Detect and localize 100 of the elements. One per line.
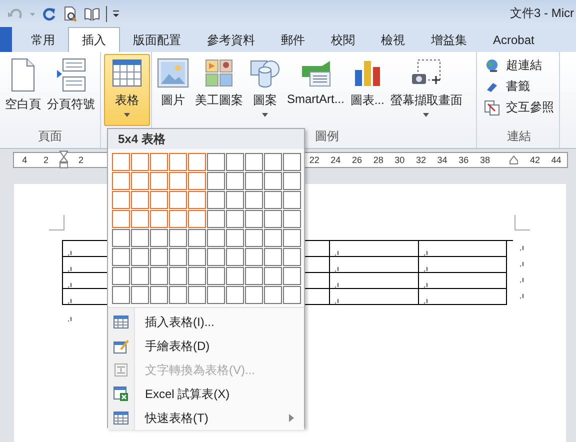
grid-cell[interactable]	[226, 153, 244, 171]
grid-cell[interactable]	[131, 248, 149, 266]
menu-item[interactable]: Excel 試算表(X)	[108, 382, 304, 406]
grid-cell[interactable]	[226, 191, 244, 209]
grid-cell[interactable]	[283, 210, 301, 228]
grid-cell[interactable]	[207, 248, 225, 266]
grid-cell[interactable]	[207, 267, 225, 285]
ribbon-tab[interactable]: Acrobat	[480, 28, 548, 52]
grid-cell[interactable]	[131, 286, 149, 304]
grid-cell[interactable]	[188, 191, 206, 209]
grid-cell[interactable]	[207, 229, 225, 247]
table-cell[interactable]	[418, 257, 507, 273]
table-cell[interactable]	[329, 257, 418, 273]
grid-cell[interactable]	[245, 229, 263, 247]
grid-cell[interactable]	[264, 229, 282, 247]
grid-cell[interactable]	[283, 229, 301, 247]
grid-cell[interactable]	[226, 229, 244, 247]
grid-cell[interactable]	[112, 286, 130, 304]
grid-cell[interactable]	[112, 172, 130, 190]
grid-cell[interactable]	[283, 286, 301, 304]
grid-cell[interactable]	[283, 248, 301, 266]
grid-cell[interactable]	[112, 248, 130, 266]
grid-cell[interactable]	[245, 286, 263, 304]
grid-cell[interactable]	[245, 153, 263, 171]
grid-cell[interactable]	[207, 286, 225, 304]
grid-cell[interactable]	[188, 248, 206, 266]
menu-item[interactable]: 插入表格(I)...	[108, 310, 304, 334]
grid-cell[interactable]	[112, 267, 130, 285]
right-indent-marker-icon[interactable]	[508, 155, 518, 165]
ribbon-button[interactable]: 圖片	[155, 54, 191, 126]
grid-cell[interactable]	[150, 248, 168, 266]
grid-cell[interactable]	[188, 267, 206, 285]
grid-cell[interactable]	[169, 210, 187, 228]
grid-cell[interactable]	[131, 267, 149, 285]
grid-cell[interactable]	[131, 210, 149, 228]
grid-cell[interactable]	[150, 191, 168, 209]
ribbon-button[interactable]: SmartArt...	[285, 54, 346, 126]
grid-cell[interactable]	[150, 172, 168, 190]
table-cell[interactable]	[418, 241, 507, 257]
grid-cell[interactable]	[150, 153, 168, 171]
ribbon-tab[interactable]: 常用	[18, 28, 68, 52]
grid-cell[interactable]	[245, 191, 263, 209]
ribbon-tab[interactable]: 檢視	[368, 28, 418, 52]
grid-cell[interactable]	[188, 210, 206, 228]
grid-cell[interactable]	[207, 153, 225, 171]
grid-cell[interactable]	[131, 153, 149, 171]
ribbon-button[interactable]: 空白頁	[3, 54, 43, 126]
print-preview-icon[interactable]	[62, 6, 78, 22]
grid-cell[interactable]	[169, 229, 187, 247]
grid-cell[interactable]	[207, 210, 225, 228]
grid-cell[interactable]	[207, 191, 225, 209]
grid-cell[interactable]	[169, 248, 187, 266]
grid-cell[interactable]	[112, 153, 130, 171]
grid-cell[interactable]	[264, 153, 282, 171]
grid-cell[interactable]	[226, 267, 244, 285]
ribbon-tab[interactable]: 校閱	[318, 28, 368, 52]
grid-cell[interactable]	[264, 210, 282, 228]
grid-cell[interactable]	[264, 267, 282, 285]
ribbon-button[interactable]: 圖表...	[348, 54, 386, 126]
grid-cell[interactable]	[150, 286, 168, 304]
grid-cell[interactable]	[283, 172, 301, 190]
ribbon-button[interactable]: 螢幕擷取畫面	[388, 54, 464, 126]
grid-cell[interactable]	[283, 267, 301, 285]
redo-icon[interactable]	[41, 6, 57, 22]
grid-cell[interactable]	[264, 248, 282, 266]
grid-cell[interactable]	[207, 172, 225, 190]
grid-cell[interactable]	[188, 229, 206, 247]
grid-cell[interactable]	[169, 172, 187, 190]
ribbon-tab[interactable]: 版面配置	[120, 28, 194, 52]
grid-cell[interactable]	[226, 286, 244, 304]
grid-cell[interactable]	[264, 172, 282, 190]
grid-cell[interactable]	[112, 210, 130, 228]
grid-cell[interactable]	[112, 229, 130, 247]
grid-cell[interactable]	[169, 153, 187, 171]
grid-cell[interactable]	[150, 229, 168, 247]
grid-cell[interactable]	[226, 248, 244, 266]
grid-cell[interactable]	[169, 191, 187, 209]
grid-cell[interactable]	[245, 172, 263, 190]
grid-cell[interactable]	[131, 229, 149, 247]
ribbon-button[interactable]: 分頁符號	[45, 54, 97, 126]
book-icon[interactable]	[83, 6, 101, 22]
table-cell[interactable]	[329, 273, 418, 289]
indent-marker-icon[interactable]	[58, 150, 68, 170]
grid-cell[interactable]	[245, 267, 263, 285]
ribbon-tab[interactable]: 增益集	[418, 28, 480, 52]
grid-cell[interactable]	[188, 172, 206, 190]
menu-item[interactable]: 快速表格(T)	[108, 406, 304, 430]
table-cell[interactable]	[329, 289, 418, 305]
grid-cell[interactable]	[150, 210, 168, 228]
menu-item[interactable]: 手繪表格(D)	[108, 334, 304, 358]
ribbon-tab[interactable]: 參考資料	[194, 28, 268, 52]
ribbon-button[interactable]: 表格	[104, 54, 150, 126]
ribbon-tab[interactable]: 插入	[68, 27, 120, 52]
grid-cell[interactable]	[245, 210, 263, 228]
grid-cell[interactable]	[283, 153, 301, 171]
ribbon-tab[interactable]: 郵件	[268, 28, 318, 52]
table-cell[interactable]	[418, 273, 507, 289]
grid-cell[interactable]	[112, 191, 130, 209]
grid-cell[interactable]	[131, 191, 149, 209]
grid-cell[interactable]	[188, 153, 206, 171]
